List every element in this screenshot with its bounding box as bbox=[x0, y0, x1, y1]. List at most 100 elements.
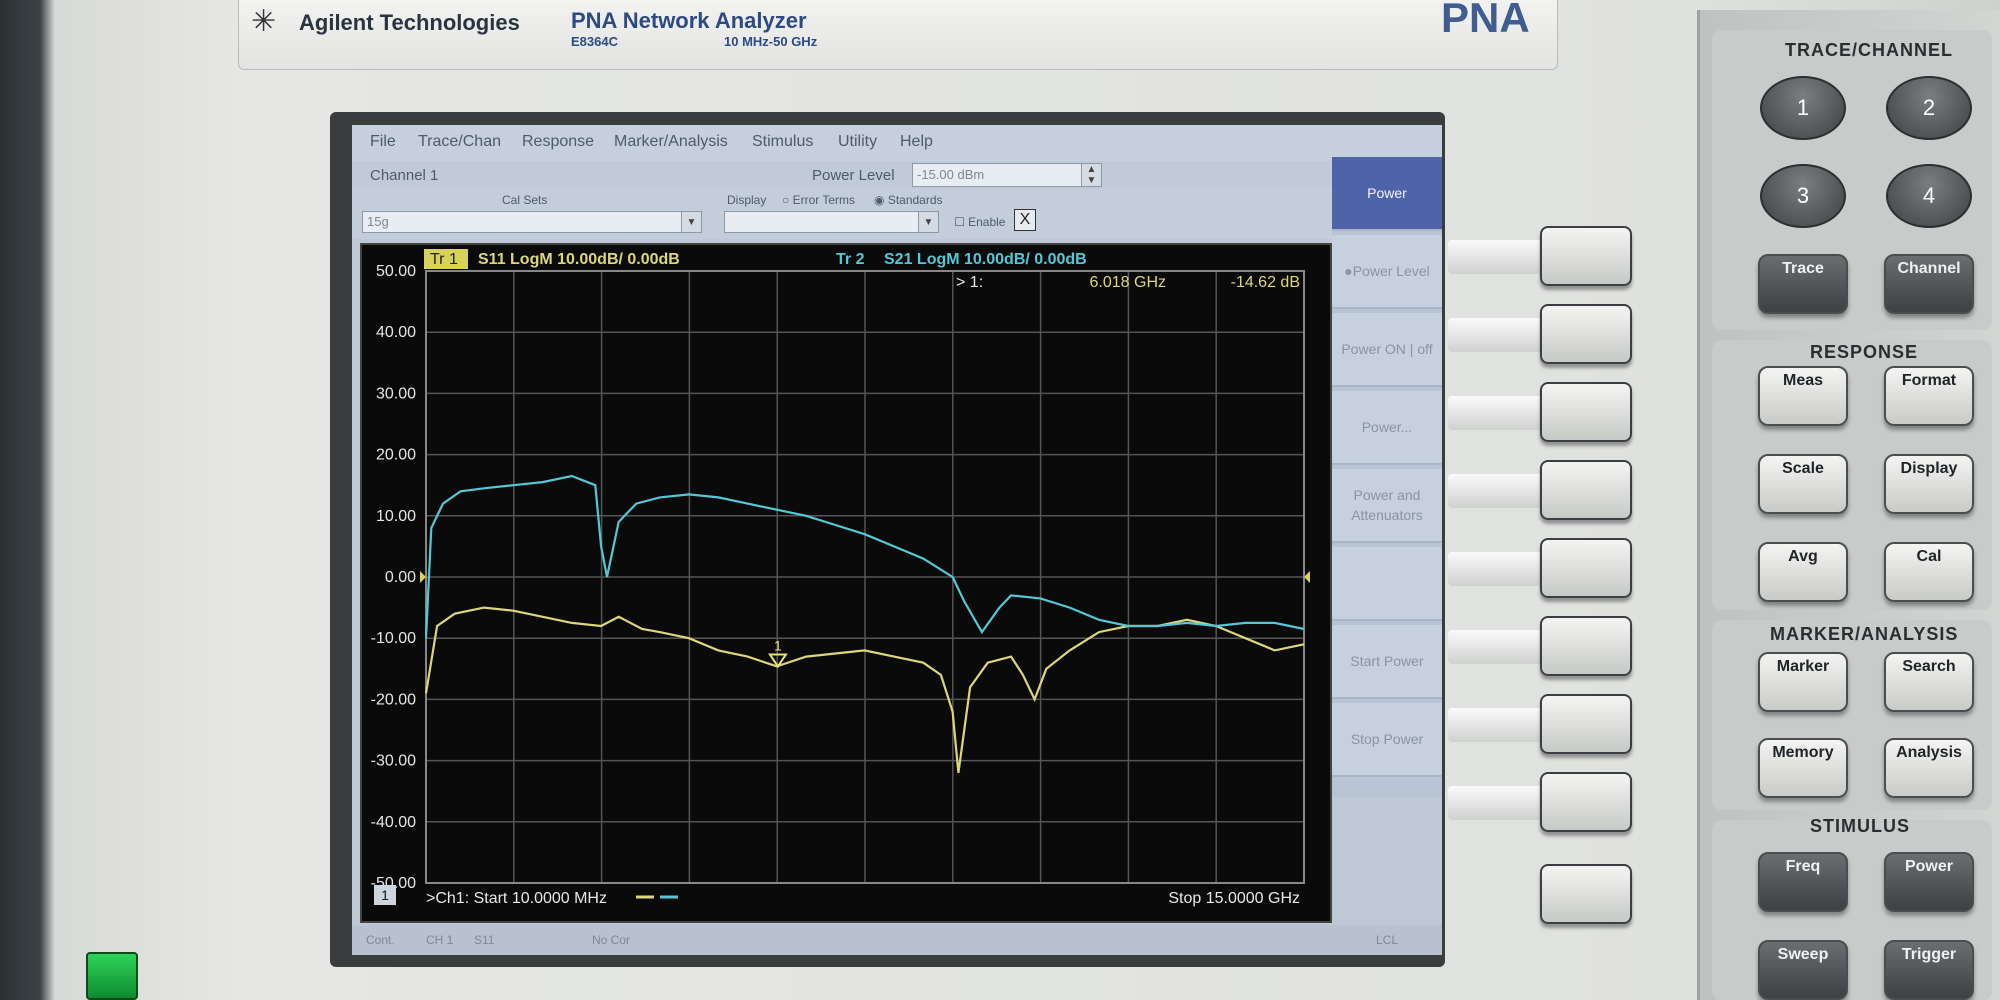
softkey-power-on-off[interactable]: Power ON | off bbox=[1332, 313, 1442, 387]
softkey-power-level[interactable]: ● Power Level bbox=[1332, 235, 1442, 309]
softkey-stem bbox=[1448, 552, 1548, 586]
menu-response[interactable]: Response bbox=[522, 133, 594, 151]
y-tick-label: 0.00 bbox=[385, 569, 416, 586]
hw-softkey-4[interactable] bbox=[1540, 460, 1632, 520]
softkey-stem bbox=[1448, 630, 1548, 664]
marker-button[interactable]: Marker bbox=[1758, 652, 1848, 712]
radio-error-terms[interactable]: ○ Error Terms bbox=[782, 193, 855, 207]
menu-help[interactable]: Help bbox=[900, 133, 933, 151]
display-select[interactable]: ▼ bbox=[724, 211, 939, 233]
softkey-panel: Power ● Power Level Power ON | off Power… bbox=[1332, 157, 1442, 797]
cal-button[interactable]: Cal bbox=[1884, 542, 1974, 602]
menu-utility[interactable]: Utility bbox=[838, 133, 877, 151]
menu-file[interactable]: File bbox=[370, 133, 396, 151]
format-button[interactable]: Format bbox=[1884, 366, 1974, 426]
chevron-down-icon[interactable]: ▼ bbox=[681, 212, 701, 232]
hw-softkey-6[interactable] bbox=[1540, 616, 1632, 676]
calset-select[interactable]: 15g ▼ bbox=[362, 211, 702, 233]
radio-standards[interactable]: ◉ Standards bbox=[874, 193, 943, 207]
status-correction: No Cor bbox=[592, 933, 631, 947]
instrument-front-panel: ✳ Agilent Technologies PNA Network Analy… bbox=[0, 0, 2000, 1000]
analyzer-screen: File Trace/Chan Response Marker/Analysis… bbox=[352, 125, 1442, 955]
softkey-stem bbox=[1448, 786, 1548, 820]
softkey-start-power[interactable]: Start Power bbox=[1332, 625, 1442, 699]
trace-1-button[interactable]: 1 bbox=[1760, 76, 1846, 140]
trace2-label: Tr 2 bbox=[836, 251, 865, 268]
sweep-button[interactable]: Sweep bbox=[1758, 940, 1848, 1000]
trace1-label: Tr 1 bbox=[430, 251, 458, 268]
instrument-bezel: ✳ Agilent Technologies PNA Network Analy… bbox=[238, 0, 1558, 70]
softkey-power-attenuators[interactable]: Power and Attenuators bbox=[1332, 469, 1442, 543]
enable-checkbox[interactable]: ☐ Enable bbox=[954, 215, 1005, 229]
marker-frequency: 6.018 GHz bbox=[1090, 274, 1166, 291]
channel-button[interactable]: Channel bbox=[1884, 254, 1974, 314]
power-level-label: Power Level bbox=[812, 167, 895, 184]
menu-stimulus[interactable]: Stimulus bbox=[752, 133, 813, 151]
hw-softkey-8[interactable] bbox=[1540, 772, 1632, 832]
softkey-blank[interactable] bbox=[1332, 547, 1442, 621]
memory-button[interactable]: Memory bbox=[1758, 738, 1848, 798]
y-tick-label: -40.00 bbox=[371, 814, 416, 831]
hw-softkey-3[interactable] bbox=[1540, 382, 1632, 442]
pna-badge: PNA bbox=[1441, 0, 1530, 41]
close-icon[interactable]: X bbox=[1014, 209, 1036, 231]
standards-label: Standards bbox=[887, 193, 943, 207]
response-heading: RESPONSE bbox=[1810, 342, 1919, 362]
y-tick-label: -20.00 bbox=[371, 691, 416, 708]
trace-button[interactable]: Trace bbox=[1758, 254, 1848, 314]
avg-button[interactable]: Avg bbox=[1758, 542, 1848, 602]
softkey-stem bbox=[1448, 708, 1548, 742]
power-level-input[interactable]: -15.00 dBm ▲ ▼ bbox=[912, 163, 1102, 187]
softkey-stem bbox=[1448, 396, 1548, 430]
hw-softkey-7[interactable] bbox=[1540, 694, 1632, 754]
chevron-down-icon[interactable]: ▼ bbox=[918, 212, 938, 232]
trace-4-button[interactable]: 4 bbox=[1886, 164, 1972, 228]
trace-2-button[interactable]: 2 bbox=[1886, 76, 1972, 140]
hw-softkey-9[interactable] bbox=[1540, 864, 1632, 924]
softkey-stem bbox=[1448, 240, 1548, 274]
agilent-logo-icon: ✳ bbox=[251, 5, 277, 38]
power-level-value: -15.00 dBm bbox=[917, 167, 985, 182]
hw-softkey-1[interactable] bbox=[1540, 226, 1632, 286]
y-tick-label: 20.00 bbox=[376, 447, 416, 464]
y-tick-label: -30.00 bbox=[371, 753, 416, 770]
hw-softkey-5[interactable] bbox=[1540, 538, 1632, 598]
search-button[interactable]: Search bbox=[1884, 652, 1974, 712]
measurement-plot: 50.00 40.00 30.00 20.00 10.00 0.00 -10.00 -20.0… bbox=[360, 243, 1332, 923]
calset-toolbar: Cal Sets 15g ▼ Display ○ Error Terms ◉ S… bbox=[352, 189, 1332, 239]
stimulus-heading: STIMULUS bbox=[1810, 816, 1910, 836]
status-cont: Cont. bbox=[366, 933, 395, 947]
trace-3-button[interactable]: 3 bbox=[1760, 164, 1846, 228]
y-tick-label: 40.00 bbox=[376, 324, 416, 341]
meas-button[interactable]: Meas bbox=[1758, 366, 1848, 426]
display-button[interactable]: Display bbox=[1884, 454, 1974, 514]
power-button[interactable]: Power bbox=[1884, 852, 1974, 912]
chart: 50.00 40.00 30.00 20.00 10.00 0.00 -10.00 -20.0… bbox=[371, 249, 1310, 907]
menu-trace-chan[interactable]: Trace/Chan bbox=[418, 133, 501, 151]
scale-button[interactable]: Scale bbox=[1758, 454, 1848, 514]
start-frequency: >Ch1: Start 10.0000 MHz bbox=[426, 890, 607, 907]
trigger-button[interactable]: Trigger bbox=[1884, 940, 1974, 1000]
status-lcl: LCL bbox=[1376, 933, 1399, 947]
analysis-button[interactable]: Analysis bbox=[1884, 738, 1974, 798]
channel-label: Channel 1 bbox=[370, 167, 439, 184]
marker-analysis-heading: MARKER/ANALYSIS bbox=[1770, 624, 1959, 644]
y-tick-label: 50.00 bbox=[376, 263, 416, 280]
marker-readout-label: > 1: bbox=[956, 274, 983, 291]
calset-value: 15g bbox=[367, 214, 389, 229]
y-tick-label: 10.00 bbox=[376, 508, 416, 525]
front-panel-keys: TRACE/CHANNEL 1 2 3 4 Trace Channel RESP… bbox=[1697, 10, 2000, 1000]
marker-value: -14.62 dB bbox=[1231, 274, 1300, 291]
softkey-power[interactable]: Power bbox=[1332, 157, 1442, 231]
freq-button[interactable]: Freq bbox=[1758, 852, 1848, 912]
spin-arrows-icon[interactable]: ▲ ▼ bbox=[1081, 164, 1101, 186]
error-terms-label: Error Terms bbox=[792, 193, 856, 207]
power-toolbar: Channel 1 Power Level -15.00 dBm ▲ ▼ bbox=[352, 161, 1332, 189]
status-param: S11 bbox=[474, 933, 495, 947]
softkey-stop-power[interactable]: Stop Power bbox=[1332, 703, 1442, 777]
power-led[interactable] bbox=[86, 952, 138, 1000]
hw-softkey-2[interactable] bbox=[1540, 304, 1632, 364]
menu-marker-analysis[interactable]: Marker/Analysis bbox=[614, 133, 728, 151]
model-number: E8364C bbox=[571, 34, 618, 49]
softkey-power-menu[interactable]: Power... bbox=[1332, 391, 1442, 465]
